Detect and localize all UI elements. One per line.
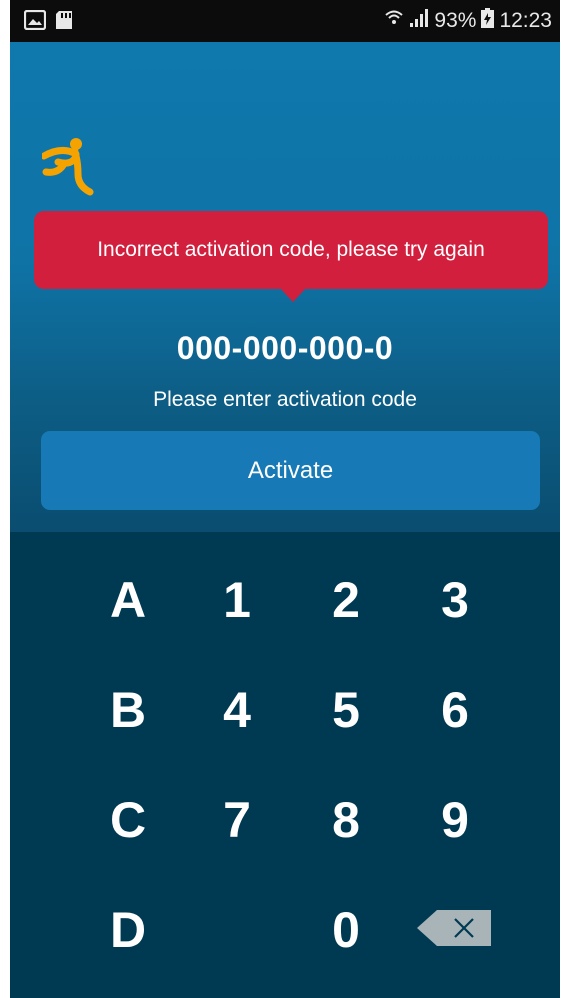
key-0[interactable]: 0 <box>301 890 391 970</box>
battery-icon <box>481 8 495 34</box>
key-b[interactable]: B <box>83 670 173 750</box>
key-2[interactable]: 2 <box>301 560 391 640</box>
sd-card-icon <box>54 10 74 35</box>
activate-button-label: Activate <box>247 456 334 484</box>
error-toast-pointer <box>280 288 306 302</box>
error-toast: Incorrect activation code, please try ag… <box>34 211 548 289</box>
key-5[interactable]: 5 <box>301 670 391 750</box>
activation-hint: Please enter activation code <box>153 388 417 411</box>
key-9[interactable]: 9 <box>410 780 500 860</box>
key-a[interactable]: A <box>83 560 173 640</box>
key-7[interactable]: 7 <box>192 780 282 860</box>
key-4[interactable]: 4 <box>192 670 282 750</box>
key-3[interactable]: 3 <box>410 560 500 640</box>
status-bar: 93% 12:23 <box>10 0 560 42</box>
activation-code-display: 000-000-000-0 <box>176 330 394 366</box>
battery-percent: 93% <box>434 9 477 32</box>
error-message: Incorrect activation code, please try ag… <box>97 238 485 261</box>
key-1[interactable]: 1 <box>192 560 282 640</box>
key-8[interactable]: 8 <box>301 780 391 860</box>
keypad: A 1 2 3 B 4 5 6 C 7 8 9 D 0 <box>10 532 560 998</box>
backspace-icon <box>415 908 493 953</box>
key-6[interactable]: 6 <box>410 670 500 750</box>
backspace-button[interactable] <box>409 890 499 970</box>
activation-panel: Incorrect activation code, please try ag… <box>10 42 560 532</box>
phone-screen: 93% 12:23 Incorrect activation code, ple… <box>10 0 560 998</box>
signal-icon <box>409 8 429 34</box>
clock: 12:23 <box>499 9 552 32</box>
runner-logo-icon <box>40 134 98 201</box>
activate-button[interactable]: Activate <box>41 431 540 510</box>
wifi-icon <box>384 8 404 34</box>
image-icon <box>23 9 47 35</box>
key-d[interactable]: D <box>83 890 173 970</box>
key-c[interactable]: C <box>83 780 173 860</box>
